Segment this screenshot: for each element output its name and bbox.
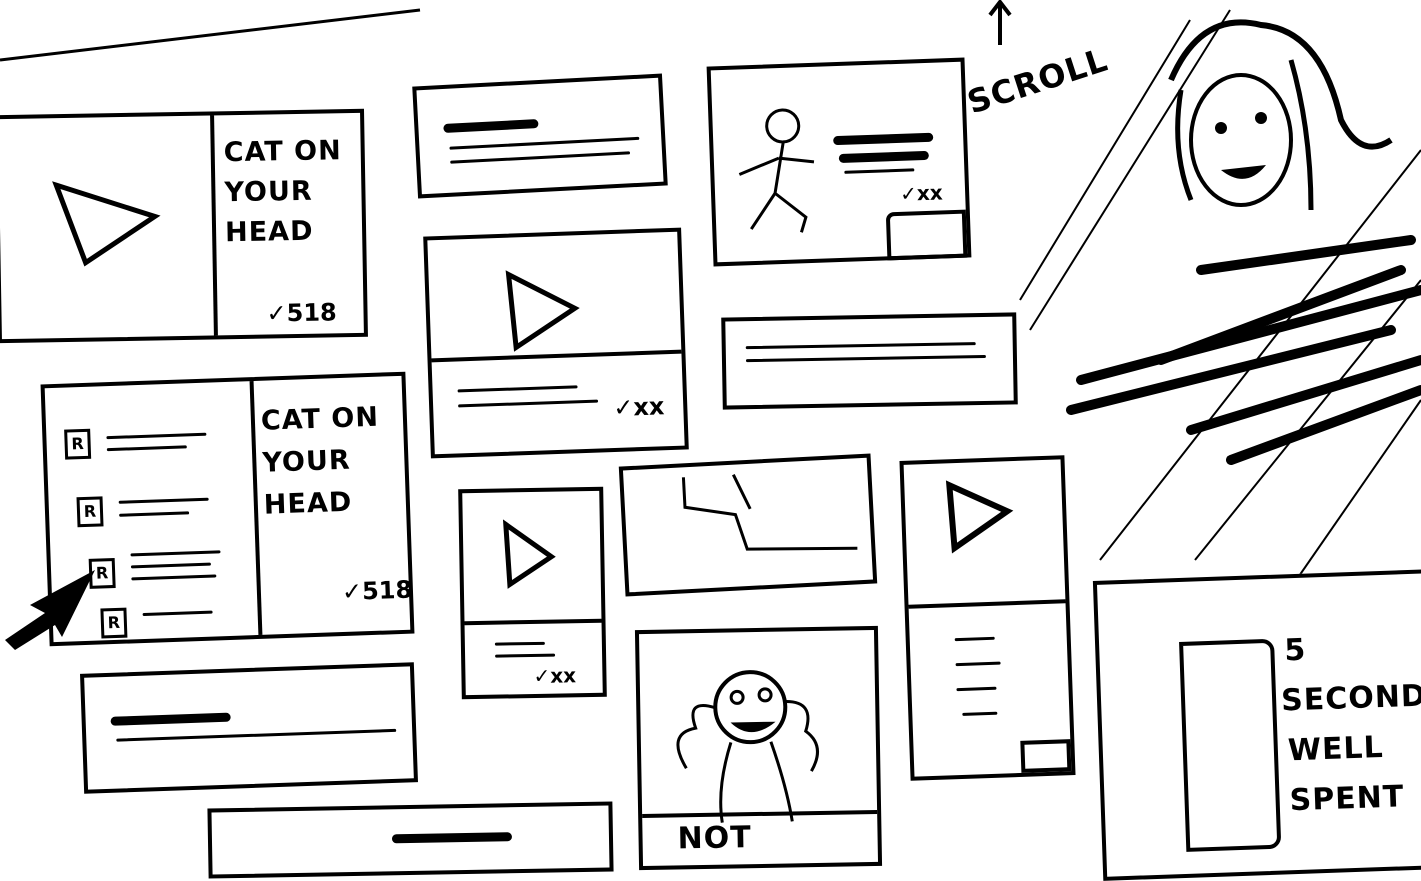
phone-mockup [1179,638,1282,852]
video-card-tall[interactable] [899,455,1076,781]
figure-caption: NOT [677,820,752,857]
play-icon[interactable] [504,270,587,353]
like-count: ✓xx [899,180,944,206]
image-card[interactable] [618,453,878,597]
play-icon[interactable] [52,181,176,273]
promo-line-3: WELL [1287,729,1385,769]
figure-card[interactable]: NOT [634,625,883,871]
stick-figure-card[interactable]: ✓xx [706,57,972,267]
arrow-up-icon [988,0,1012,45]
promo-card[interactable]: 5 SECOND WELL SPENT [1092,569,1421,881]
like-count: ✓xx [533,663,577,688]
image-sketch [681,474,858,551]
video-card-2[interactable]: ✓xx [423,227,689,459]
video-card-3[interactable]: ✓xx [458,486,607,700]
video-card-1[interactable]: CAT ON YOUR HEAD ✓518 [0,108,368,344]
stick-figure-image [738,108,815,233]
like-count: ✓518 [341,575,413,607]
text-bar-card[interactable] [207,801,614,879]
text-bar-card[interactable] [80,662,418,794]
person-sketch [1066,19,1421,465]
promo-line-4: SPENT [1289,779,1405,819]
video-title: CAT ON YOUR HEAD [223,135,342,249]
text-bar-card[interactable] [721,312,1018,410]
text-bar-card[interactable] [412,73,668,199]
action-button[interactable] [885,209,968,261]
like-count: ✓518 [266,298,337,328]
promo-line-2: SECOND [1280,678,1421,719]
play-icon[interactable] [944,480,1016,554]
cursor-arrow-icon [5,570,95,650]
promo-line-1: 5 [1283,632,1307,669]
video-title: CAT ON YOUR HEAD [260,401,380,521]
smiling-figure-image [676,670,819,823]
avatar[interactable]: R [76,496,104,528]
avatar[interactable]: R [64,428,92,460]
like-count: ✓xx [612,392,665,423]
play-icon[interactable] [501,519,562,592]
action-button[interactable] [1020,739,1072,773]
